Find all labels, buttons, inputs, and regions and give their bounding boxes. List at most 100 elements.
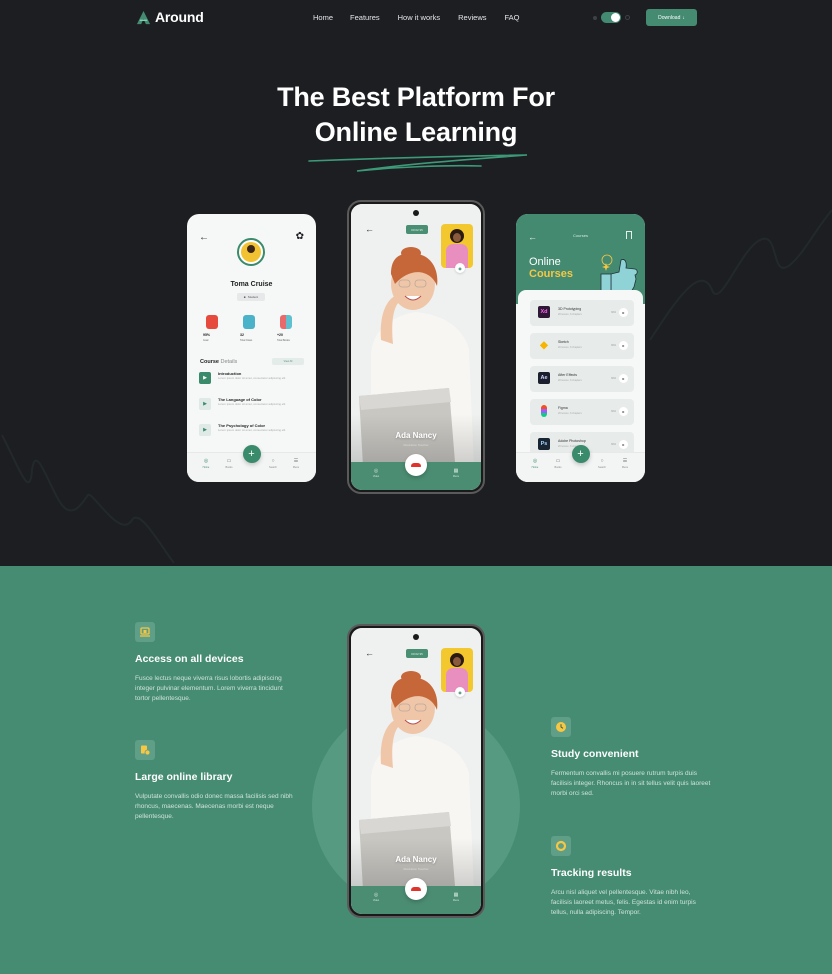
goal-icon [206, 315, 218, 329]
thumbs-up-icon [243, 315, 255, 329]
play-course-icon[interactable]: ▸ [619, 407, 628, 416]
tab-home[interactable]: ◎ Home [527, 458, 543, 469]
lesson-item[interactable]: ▶ The Language of Color Lorem ipsum dolo… [199, 396, 309, 416]
course-name: Figma [558, 406, 568, 410]
course-name: Adobe Photoshop [558, 439, 586, 443]
menu-icon: ▦ [453, 892, 459, 898]
menu-button[interactable]: ▦ Menu [449, 468, 463, 478]
course-progress: 30% [610, 344, 616, 347]
tab-menu[interactable]: ☰ Menu [288, 458, 304, 469]
bottom-tab-bar: + ◎ Home ▭ Books ○ Search ☰ Menu [187, 445, 316, 482]
tab-menu[interactable]: ☰ Menu [617, 458, 633, 469]
front-camera [413, 634, 419, 640]
course-item[interactable]: Ae After Effects 20 lesson, 6 chapters 3… [530, 366, 634, 392]
add-button[interactable]: + [242, 445, 261, 463]
call-timer: 00:02:35 [406, 649, 428, 658]
profile-phone-mockup: ← ✿ Toma Cruise ■ Student 95% Goal 32 Tot… [187, 214, 316, 482]
photoshop-icon: Ps [538, 438, 550, 450]
self-view-video[interactable] [441, 648, 473, 692]
course-progress: 30% [610, 443, 616, 446]
home-icon: ◎ [532, 458, 538, 464]
hang-up-button[interactable] [405, 454, 427, 476]
feature-text: Vulputate convallis odio donec massa fac… [135, 793, 293, 820]
menu-icon: ▦ [453, 468, 459, 474]
play-icon: ▶ [199, 372, 211, 384]
tab-books[interactable]: ▭ Books [221, 458, 237, 469]
play-course-icon[interactable]: ▸ [619, 341, 628, 350]
video-icon: ◎ [373, 468, 379, 474]
feature-text: Fermentum convallis mi posuere rutrum tu… [551, 770, 711, 797]
feature-text: Arcu nisl aliquet vel pellentesque. Vita… [551, 889, 696, 916]
lesson-item[interactable]: ▶ Introduction Lorem ipsum dolor sit ame… [199, 370, 309, 390]
stat-label: Goal [203, 339, 209, 342]
stat-label: Total Books [277, 339, 290, 342]
role-badge: ■ Student [237, 293, 265, 301]
books-icon [280, 315, 292, 329]
tab-books[interactable]: ▭ Books [550, 458, 566, 469]
course-sub: 20 lesson, 6 chapters [558, 313, 582, 316]
course-item[interactable]: F Figma 20 lesson, 6 chapters 30% ▸ [530, 399, 634, 425]
nav-link-faq[interactable]: FAQ [504, 13, 519, 22]
back-arrow-icon[interactable]: ← [365, 648, 374, 658]
back-arrow-icon[interactable]: ← [199, 232, 209, 243]
hang-up-button[interactable] [405, 878, 427, 900]
settings-gear-icon[interactable]: ✿ [296, 231, 304, 242]
hero-section: Around Home Features How it works Review… [0, 0, 832, 566]
video-button[interactable]: ◎ Video [369, 892, 383, 902]
course-sub: 20 lesson, 6 chapters [558, 346, 582, 349]
phone-hangup-icon [411, 887, 421, 891]
stat-value: +20 [277, 333, 283, 337]
features-phone-mockup: ← 00:02:35 ◉ Ada Nancy Illustration Teac… [347, 624, 485, 918]
play-course-icon[interactable]: ▸ [619, 308, 628, 317]
phone-hangup-icon [411, 463, 421, 467]
nav-link-reviews[interactable]: Reviews [458, 13, 486, 22]
self-view-video[interactable] [441, 224, 473, 268]
caller-subtitle: Illustration Teacher [403, 443, 429, 447]
course-item[interactable]: ◆ Sketch 20 lesson, 6 chapters 30% ▸ [530, 333, 634, 359]
tab-search[interactable]: ○ Search [594, 458, 610, 469]
nav-link-features[interactable]: Features [350, 13, 380, 22]
call-timer: 00:02:35 [406, 225, 428, 234]
course-name: Sketch [558, 340, 569, 344]
brand-logo[interactable]: Around [136, 9, 204, 25]
title-underline-stroke [308, 154, 528, 172]
top-nav: Around Home Features How it works Review… [0, 0, 832, 36]
add-button[interactable]: + [571, 445, 590, 463]
video-button[interactable]: ◎ Video [369, 468, 383, 478]
stat-label: Total Class [240, 339, 253, 342]
download-button[interactable]: Download ↓ [646, 9, 697, 26]
bottom-tab-bar: + ◎ Home ▭ Books ○ Search ☰ Menu [516, 445, 645, 482]
caller-name: Ada Nancy [395, 431, 437, 440]
logo-icon [136, 10, 151, 24]
avatar [237, 238, 265, 266]
feature-devices: Access on all devices Fusce lectus neque… [135, 622, 295, 704]
caller-subtitle: Illustration Teacher [403, 867, 429, 871]
brand-name: Around [155, 9, 204, 25]
switch-camera-icon[interactable]: ◉ [455, 263, 465, 273]
view-all-button[interactable]: View All [272, 358, 304, 365]
nav-link-home[interactable]: Home [313, 13, 333, 22]
heading-line1: Online [529, 256, 561, 268]
play-course-icon[interactable]: ▸ [619, 440, 628, 449]
switch-camera-icon[interactable]: ◉ [455, 687, 465, 697]
stat-card-classes: 32 Total Class [237, 309, 265, 347]
tab-home[interactable]: ◎ Home [198, 458, 214, 469]
feature-library: Large online library Vulputate convallis… [135, 740, 295, 822]
toggle-knob [611, 13, 620, 22]
sketch-icon: ◆ [540, 339, 548, 351]
theme-toggle[interactable] [601, 12, 621, 23]
after-effects-icon: Ae [538, 372, 550, 384]
menu-button[interactable]: ▦ Menu [449, 892, 463, 902]
nav-link-how-it-works[interactable]: How it works [398, 13, 441, 22]
bookmark-icon[interactable] [626, 231, 632, 239]
lesson-desc: Lorem ipsum dolor sit amet, consectetur … [218, 428, 286, 432]
course-item[interactable]: Xd 3D Prototyping 20 lesson, 6 chapters … [530, 300, 634, 326]
back-arrow-icon[interactable]: ← [365, 224, 374, 234]
menu-icon: ☰ [293, 458, 299, 464]
tab-search[interactable]: ○ Search [265, 458, 281, 469]
stat-value: 32 [240, 333, 244, 337]
lesson-item[interactable]: ▶ The Psychology of Color Lorem ipsum do… [199, 422, 309, 442]
play-icon: ▶ [199, 398, 211, 410]
play-course-icon[interactable]: ▸ [619, 374, 628, 383]
thumbs-up-illustration [600, 254, 638, 294]
